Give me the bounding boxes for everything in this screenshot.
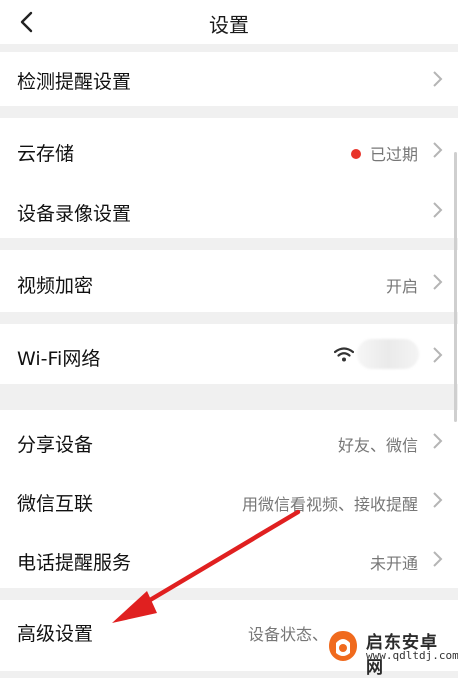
setting-row-wechat-link[interactable]: 微信互联 用微信看视频、接收提醒 [0,470,458,528]
scrollbar[interactable] [454,152,457,422]
setting-row-device-recording[interactable]: 设备录像设置 [0,180,458,238]
row-label: 云存储 [17,143,75,165]
top-bar: 设置 [0,0,458,44]
watermark-logo-icon [329,631,357,661]
row-label: 高级设置 [17,623,94,645]
setting-row-cloud-storage[interactable]: 云存储 已过期 [0,118,458,180]
chevron-right-icon [433,347,443,363]
chevron-right-icon [433,142,443,158]
row-value: 设备状态、 [247,625,328,644]
chevron-right-icon [433,202,443,218]
chevron-right-icon [433,71,443,87]
row-value: 未开通 [369,554,418,573]
chevron-right-icon [433,492,443,508]
setting-row-detect-reminder[interactable]: 检测提醒设置 [0,52,458,106]
status-value: 已过期 [350,141,418,165]
row-label: 分享设备 [17,434,94,456]
row-value: 好友、微信 [337,436,418,455]
row-value: 开启 [385,277,418,296]
expired-status-dot [350,148,361,159]
wifi-icon [334,347,354,362]
page-title: 设置 [209,13,249,37]
row-value: 用微信看视频、接收提醒 [241,495,418,514]
site-watermark: 启东安卓网 www.qdltdj.com [324,627,458,678]
setting-row-phone-reminder[interactable]: 电话提醒服务 未开通 [0,528,458,588]
row-label: 检测提醒设置 [17,71,132,93]
chevron-right-icon [433,551,443,567]
blurred-network-name [357,339,419,369]
setting-row-wifi-network[interactable]: Wi-Fi网络 [0,324,458,384]
setting-row-share-device[interactable]: 分享设备 好友、微信 [0,410,458,470]
watermark-url: www.qdltdj.com [366,649,458,662]
chevron-right-icon [433,274,443,290]
row-label: 微信互联 [17,493,94,515]
row-label: Wi-Fi网络 [17,348,101,370]
chevron-right-icon [433,433,443,449]
setting-row-video-encryption[interactable]: 视频加密 开启 [0,250,458,312]
status-text: 已过期 [369,145,418,164]
row-label: 电话提醒服务 [17,552,132,574]
row-label: 视频加密 [17,275,94,297]
row-label: 设备录像设置 [17,203,132,225]
